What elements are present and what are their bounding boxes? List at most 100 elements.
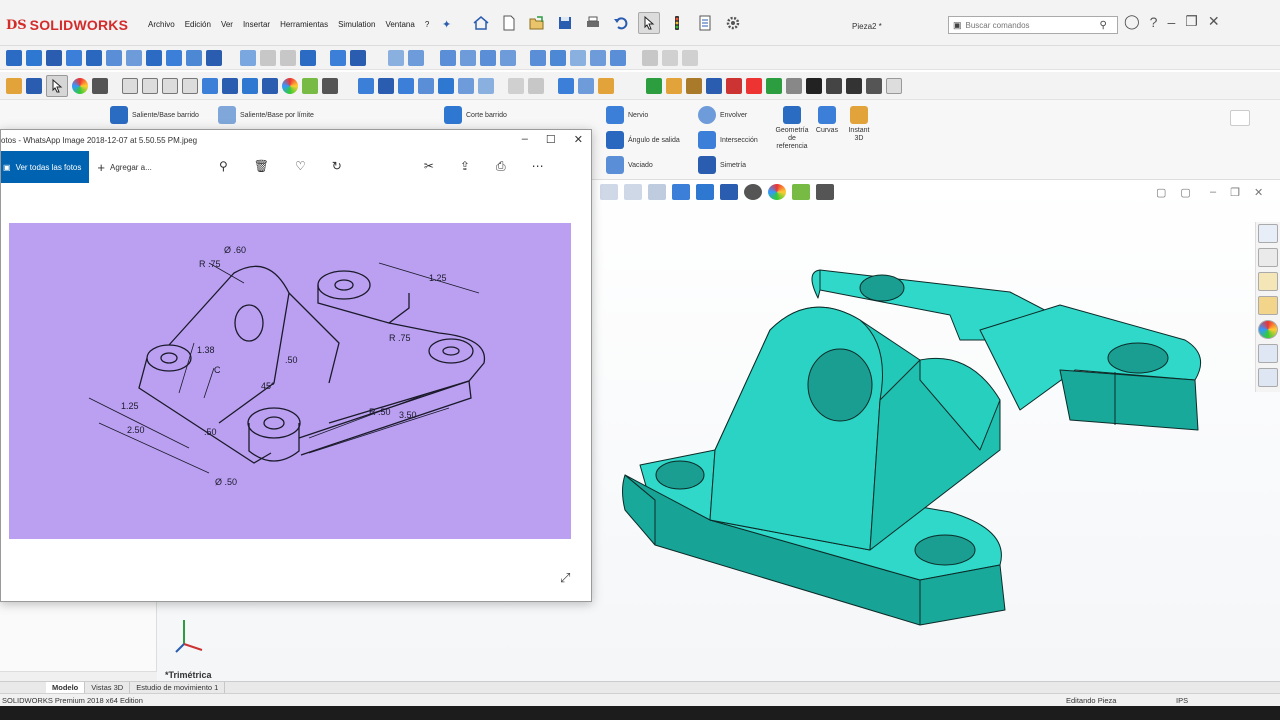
view-selector-icon[interactable] [558, 77, 574, 94]
rib-icon[interactable] [206, 49, 222, 66]
instant3d-button[interactable]: Instant 3D [844, 106, 874, 143]
add-to-button[interactable]: + Agregar a... [97, 160, 151, 175]
edit-appearance-icon[interactable] [282, 77, 298, 94]
draft-icon[interactable] [186, 49, 202, 66]
undo-icon[interactable] [610, 12, 632, 34]
search-icon[interactable]: ⚲ [1100, 20, 1107, 31]
hide-show-icon[interactable] [262, 77, 278, 94]
menu-herramientas[interactable]: Herramientas [280, 20, 328, 29]
shell-icon[interactable] [166, 49, 182, 66]
corte-barrido-button[interactable]: Corte barrido [444, 106, 507, 124]
view-palette-icon[interactable] [1258, 296, 1278, 315]
trimetric-view-icon[interactable] [478, 77, 494, 94]
view-orientation-icon[interactable] [222, 77, 238, 94]
custom-properties-icon[interactable] [1258, 344, 1278, 363]
extrude-icon[interactable] [6, 49, 22, 66]
view-settings-icon[interactable] [322, 77, 338, 94]
rebuild-stats-icon[interactable] [746, 77, 762, 94]
see-all-photos-button[interactable]: ▣ Ver todas las fotos [1, 151, 90, 183]
undercut-icon[interactable] [866, 77, 882, 94]
apply-scene-icon[interactable] [302, 77, 318, 94]
zoom-fit-icon[interactable] [122, 77, 138, 94]
sketch-circle-icon[interactable] [480, 49, 496, 66]
nervio-button[interactable]: Nervio [606, 106, 648, 124]
more-icon[interactable]: ⋯ [532, 159, 544, 174]
sketch-spline-icon[interactable] [570, 49, 586, 66]
sum-icon[interactable] [806, 77, 822, 94]
geometry-analysis-icon[interactable] [786, 77, 802, 94]
zoom-to-area-icon[interactable] [624, 184, 642, 200]
sketch-arc-icon[interactable] [500, 49, 516, 66]
mirror-icon[interactable] [240, 49, 256, 66]
chamfer-icon[interactable] [146, 49, 162, 66]
doc-minimize-icon[interactable]: – [1210, 186, 1216, 199]
doc-restore-icon[interactable]: ❐ [1230, 186, 1240, 199]
tab-vistas-3d[interactable]: Vistas 3D [85, 681, 131, 694]
new-document-icon[interactable] [498, 12, 520, 34]
sketch-slot-icon[interactable] [460, 49, 476, 66]
simetria-button[interactable]: Simetría [698, 156, 746, 174]
loft-icon[interactable] [66, 49, 82, 66]
doc-pane-left-icon[interactable]: ▢ [1156, 186, 1166, 199]
find-icon[interactable] [666, 77, 682, 94]
saliente-limite-button[interactable]: Saliente/Base por límite [218, 106, 314, 124]
hud-view-settings-icon[interactable] [816, 184, 834, 200]
sweep-icon[interactable] [46, 49, 62, 66]
boundary-icon[interactable] [86, 49, 102, 66]
relations-icon[interactable] [26, 77, 42, 94]
mass-properties-icon[interactable] [686, 77, 702, 94]
save-icon[interactable] [554, 12, 576, 34]
hud-appearance-icon[interactable] [768, 184, 786, 200]
right-view-icon[interactable] [418, 77, 434, 94]
menu-ventana[interactable]: Ventana [385, 20, 414, 29]
sketch-relations-icon[interactable] [578, 77, 594, 94]
iso-view-icon[interactable] [438, 77, 454, 94]
home-icon[interactable] [470, 12, 492, 34]
hud-scene-icon[interactable] [792, 184, 810, 200]
zoom-to-fit-icon[interactable] [600, 184, 618, 200]
rotate-icon[interactable]: ↻ [332, 159, 342, 174]
spell-check-icon[interactable] [646, 77, 662, 94]
options-gear-icon[interactable] [722, 12, 744, 34]
solidworks-logo[interactable]: DS SOLIDWORKS [6, 15, 128, 35]
search-input[interactable] [965, 20, 1096, 30]
print-icon[interactable] [582, 12, 604, 34]
search-commands[interactable]: ▣ ⚲ [948, 16, 1118, 34]
sketch-line-icon[interactable] [388, 49, 404, 66]
sketch-fillet-icon[interactable] [590, 49, 606, 66]
menu-insertar[interactable]: Insertar [243, 20, 270, 29]
zoom-area-icon[interactable] [142, 77, 158, 94]
trim-icon[interactable] [642, 49, 658, 66]
rebuild-icon[interactable] [666, 12, 688, 34]
select-icon[interactable] [638, 12, 660, 34]
curves-icon[interactable] [350, 49, 366, 66]
help-icon[interactable]: ? [1150, 14, 1158, 30]
appearances-icon[interactable] [1258, 320, 1278, 339]
ribbon-expand-icon[interactable] [1230, 110, 1250, 126]
resources-home-icon[interactable] [1258, 224, 1278, 243]
dome-icon[interactable] [280, 49, 296, 66]
tab-modelo[interactable]: Modelo [46, 681, 86, 694]
delete-icon[interactable]: 🗑 [254, 159, 269, 174]
top-view-icon[interactable] [378, 77, 394, 94]
sketch-rectangle-icon[interactable] [440, 49, 456, 66]
share-icon[interactable]: ⇪ [460, 159, 470, 174]
deviation-icon[interactable] [886, 77, 902, 94]
hud-display-style-icon[interactable] [720, 184, 738, 200]
user-icon[interactable]: ◯ [1124, 13, 1140, 30]
menu-edicion[interactable]: Edición [185, 20, 211, 29]
menu-archivo[interactable]: Archivo [148, 20, 175, 29]
doc-pane-right-icon[interactable]: ▢ [1180, 186, 1190, 199]
pan-icon[interactable] [162, 77, 178, 94]
hud-section-view-icon[interactable] [672, 184, 690, 200]
sketch-corner-icon[interactable] [408, 49, 424, 66]
file-explorer-icon[interactable] [1258, 272, 1278, 291]
ref-geometry-icon[interactable] [330, 49, 346, 66]
performance-icon[interactable] [726, 77, 742, 94]
link-view-icon[interactable] [528, 77, 544, 94]
file-properties-icon[interactable] [694, 12, 716, 34]
pin-icon[interactable]: ✦ [442, 18, 451, 31]
front-view-icon[interactable] [398, 77, 414, 94]
appearance-icon[interactable] [72, 77, 88, 94]
envolver-button[interactable]: Envolver [698, 106, 747, 124]
